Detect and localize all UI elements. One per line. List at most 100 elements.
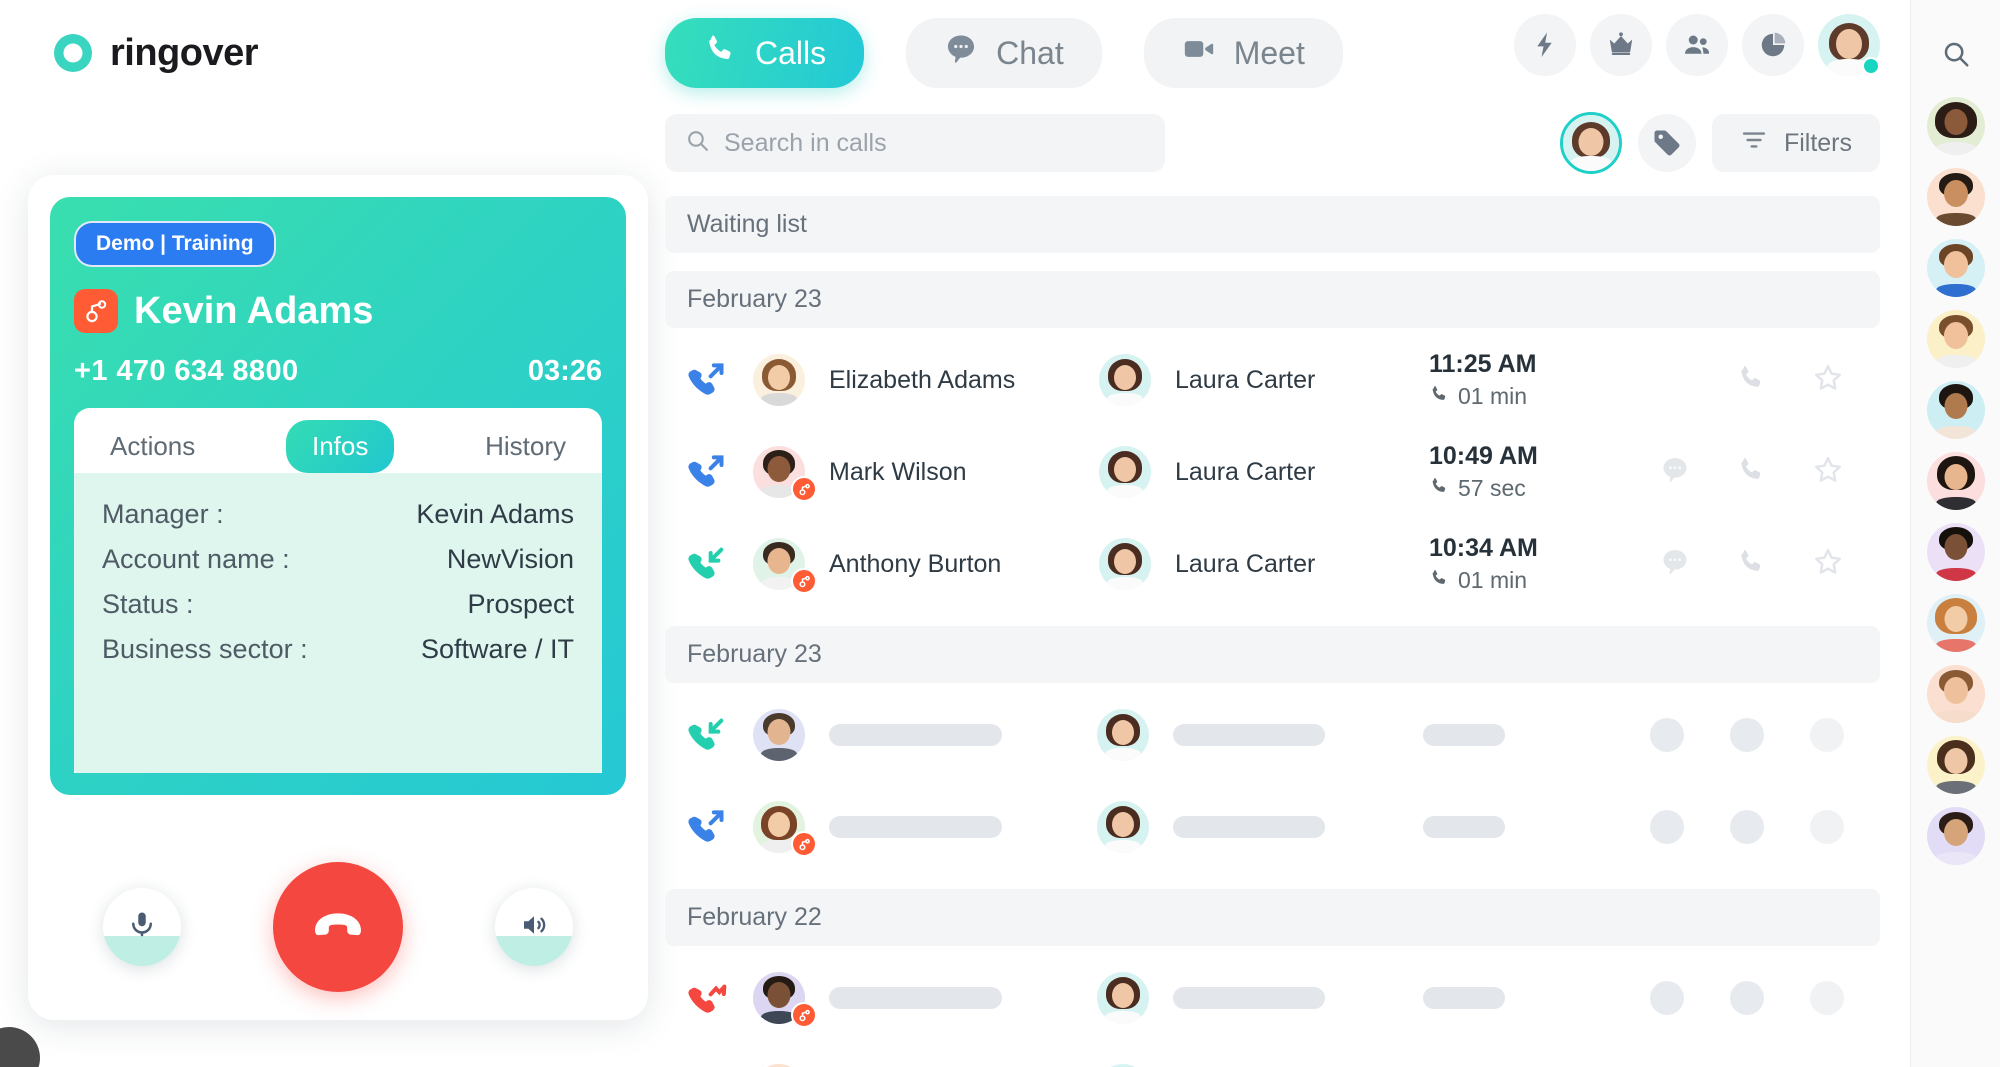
top-right-toolbar (1514, 14, 1880, 76)
hangup-button[interactable] (273, 862, 403, 992)
online-status-dot (1862, 57, 1880, 75)
skeleton-placeholder (1730, 810, 1764, 844)
star-icon[interactable] (1812, 546, 1844, 583)
search-icon[interactable] (1926, 24, 1986, 84)
phone-icon (1429, 384, 1449, 409)
star-icon[interactable] (1812, 454, 1844, 491)
face-illustration (1927, 239, 1985, 297)
skeleton-placeholder (829, 816, 1002, 838)
team-people-icon[interactable] (1666, 14, 1728, 76)
sidebar-contact-avatar[interactable] (1926, 239, 1985, 297)
search-and-filters-row: Search in calls Filters (655, 88, 1910, 174)
sidebar-contact-avatar[interactable] (1926, 452, 1985, 510)
speaker-button[interactable] (495, 888, 573, 966)
skeleton-placeholder (1810, 810, 1844, 844)
left-panel: ringover Demo | Training Kevin Adams +1 … (0, 0, 655, 1067)
avatar (753, 972, 817, 1028)
call-list[interactable]: Waiting list February 23 Elizabeth Adams… (665, 196, 1880, 1067)
filters-button[interactable]: Filters (1711, 114, 1880, 172)
crown-icon[interactable] (1590, 14, 1652, 76)
group-header-date: February 23 (665, 626, 1880, 683)
phone-icon (703, 32, 737, 74)
selected-agent-avatar[interactable] (1559, 112, 1622, 174)
row-actions (1650, 981, 1858, 1015)
info-value-status: Prospect (467, 589, 574, 619)
info-key-account-name: Account name : (102, 544, 290, 574)
agent-cell (1096, 801, 1423, 853)
chat-bubble-icon[interactable] (1660, 455, 1690, 490)
avatar (753, 354, 811, 406)
info-key-status: Status : (102, 589, 194, 619)
phone-icon[interactable] (1736, 547, 1766, 582)
avatar (1096, 972, 1155, 1024)
row-actions (1650, 718, 1858, 752)
agent-cell (1096, 972, 1423, 1024)
star-icon[interactable] (1812, 362, 1844, 399)
tab-calls[interactable]: Calls (665, 18, 865, 88)
table-row[interactable]: Elizabeth Adams Laura Carter 11:25 AM 01… (665, 334, 1880, 426)
face-illustration (1927, 97, 1985, 155)
agent-cell (1096, 709, 1423, 761)
sidebar-contact-avatar[interactable] (1926, 523, 1985, 581)
face-illustration (1927, 381, 1985, 439)
pie-chart-icon[interactable] (1742, 14, 1804, 76)
tag-icon[interactable] (1637, 114, 1696, 172)
table-row[interactable] (665, 781, 1880, 873)
table-row[interactable] (665, 952, 1880, 1044)
skeleton-placeholder (1810, 981, 1844, 1015)
skeleton-placeholder (1422, 987, 1505, 1009)
info-key-manager: Manager : (102, 499, 224, 529)
brand-logo[interactable]: ringover (0, 0, 655, 76)
table-row[interactable]: Anthony Burton Laura Carter 10:34 AM 01 … (665, 518, 1880, 610)
sidebar-contact-avatar[interactable] (1926, 807, 1985, 865)
sidebar-contact-avatar[interactable] (1926, 97, 1985, 155)
contact-line: Kevin Adams (74, 289, 602, 333)
time-cell: 10:49 AM 57 sec (1429, 442, 1659, 502)
tab-actions[interactable]: Actions (84, 420, 221, 473)
phone-hangup-icon (309, 896, 367, 959)
skeleton-placeholder (829, 987, 1002, 1009)
sidebar-contact-avatar[interactable] (1926, 594, 1985, 652)
lightning-bolt-icon[interactable] (1514, 14, 1576, 76)
call-time: 11:25 AM (1429, 350, 1537, 378)
table-row[interactable] (665, 1044, 1880, 1067)
tab-history[interactable]: History (459, 420, 592, 473)
filter-funnel-icon (1740, 126, 1768, 161)
tab-infos[interactable]: Infos (285, 420, 395, 473)
group-header-date: February 22 (665, 889, 1880, 946)
chat-bubble-icon[interactable] (1660, 547, 1690, 582)
hubspot-icon (791, 1002, 817, 1028)
brand-name: ringover (110, 31, 259, 74)
table-row[interactable]: Mark Wilson Laura Carter 10:49 AM 57 sec (665, 426, 1880, 518)
sidebar-contact-avatar[interactable] (1926, 665, 1985, 723)
tab-chat[interactable]: Chat (906, 18, 1102, 88)
phone-icon[interactable] (1736, 363, 1766, 398)
face-illustration (1099, 446, 1151, 498)
face-illustration (1927, 594, 1985, 652)
skeleton-placeholder (1730, 718, 1764, 752)
video-camera-icon (1182, 32, 1216, 74)
sidebar-contact-avatar[interactable] (1926, 310, 1985, 368)
search-input[interactable]: Search in calls (665, 114, 1165, 172)
table-row[interactable] (665, 689, 1880, 781)
face-illustration (1099, 538, 1151, 590)
sidebar-contact-avatar[interactable] (1926, 168, 1985, 226)
face-illustration (1927, 665, 1985, 723)
phone-icon[interactable] (1736, 455, 1766, 490)
sidebar-contact-avatar[interactable] (1926, 381, 1985, 439)
mute-microphone-button[interactable] (103, 888, 181, 966)
tab-meet-label: Meet (1233, 34, 1305, 71)
call-missed-icon (687, 978, 753, 1018)
user-avatar[interactable] (1818, 14, 1880, 76)
agent-name: Laura Carter (1175, 457, 1316, 486)
call-outgoing-icon (687, 452, 753, 492)
row-actions (1650, 810, 1858, 844)
face-illustration (1927, 736, 1985, 794)
sidebar-contact-avatar[interactable] (1926, 736, 1985, 794)
face-illustration (1097, 972, 1149, 1024)
tab-meet[interactable]: Meet (1143, 18, 1343, 88)
call-outgoing-icon (687, 360, 753, 400)
call-card-header: Demo | Training Kevin Adams +1 470 634 8… (50, 197, 626, 795)
ringover-logo-icon (50, 30, 96, 76)
face-illustration (1927, 168, 1985, 226)
